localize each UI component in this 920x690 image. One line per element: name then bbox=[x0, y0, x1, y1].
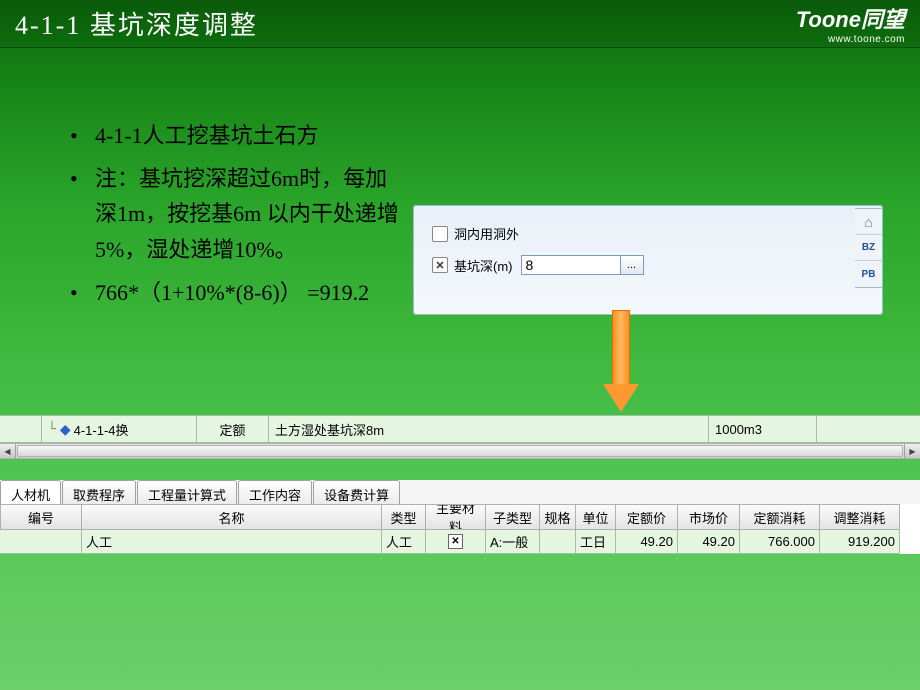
horizontal-scrollbar[interactable]: ◀ ▶ bbox=[0, 443, 920, 459]
col-quota-price[interactable]: 定额价 bbox=[616, 504, 678, 530]
material-grid: 编号 名称 类型 主要材料 子类型 规格 单位 定额价 市场价 定额消耗 调整消… bbox=[0, 504, 920, 554]
checkbox-unchecked-icon[interactable] bbox=[432, 226, 448, 242]
quota-unit: 1000m3 bbox=[709, 416, 817, 442]
cell-spec bbox=[540, 530, 576, 554]
quota-desc: 土方湿处基坑深8m bbox=[269, 416, 709, 442]
cell-id bbox=[0, 530, 82, 554]
scroll-left-icon[interactable]: ◀ bbox=[0, 444, 16, 458]
col-market-price[interactable]: 市场价 bbox=[678, 504, 740, 530]
cell-name: 人工 bbox=[82, 530, 382, 554]
bullet-2: 注：基坑挖深超过6m时，每加深1m，按挖基6m 以内干处递增5%，湿处递增10%… bbox=[70, 161, 400, 267]
col-id[interactable]: 编号 bbox=[0, 504, 82, 530]
title-bar: 4-1-1 基坑深度调整 Toone同望 www.toone.com bbox=[0, 0, 920, 48]
bullet-1: 4-1-1人工挖基坑土石方 bbox=[70, 118, 400, 153]
col-quota-consume[interactable]: 定额消耗 bbox=[740, 504, 820, 530]
bullet-dot-icon: ◆ bbox=[60, 421, 71, 438]
cell-quota-consume: 766.000 bbox=[740, 530, 820, 554]
quota-code: 4-1-1-4换 bbox=[74, 420, 129, 439]
checkbox-checked-icon[interactable] bbox=[432, 257, 448, 273]
quota-row[interactable]: └ ◆ 4-1-1-4换 定额 土方湿处基坑深8m 1000m3 bbox=[0, 415, 920, 443]
cell-mainmat[interactable]: ✕ bbox=[426, 530, 486, 554]
col-adj-consume[interactable]: 调整消耗 bbox=[820, 504, 900, 530]
cell-type: 人工 bbox=[382, 530, 426, 554]
option-label: 基坑深(m) bbox=[454, 256, 513, 275]
logo-url: www.toone.com bbox=[828, 34, 905, 45]
checkbox-x-icon[interactable]: ✕ bbox=[448, 534, 463, 549]
quota-type: 定额 bbox=[197, 416, 269, 442]
home-icon[interactable]: ⌂ bbox=[855, 209, 882, 235]
depth-more-button[interactable]: ... bbox=[620, 255, 644, 275]
arrow-down-icon bbox=[603, 310, 639, 414]
side-toolbar: ⌂ BZ PB bbox=[855, 208, 883, 288]
col-spec[interactable]: 规格 bbox=[540, 504, 576, 530]
option-label: 洞内用洞外 bbox=[454, 224, 519, 243]
bz-button[interactable]: BZ bbox=[855, 235, 882, 261]
scroll-right-icon[interactable]: ▶ bbox=[904, 444, 920, 458]
col-type[interactable]: 类型 bbox=[382, 504, 426, 530]
cell-market-price: 49.20 bbox=[678, 530, 740, 554]
cell-adj-consume: 919.200 bbox=[820, 530, 900, 554]
page-title: 4-1-1 基坑深度调整 bbox=[15, 5, 258, 42]
logo: Toone同望 www.toone.com bbox=[796, 2, 905, 45]
cell-unit: 工日 bbox=[576, 530, 616, 554]
tree-line-icon: └ bbox=[48, 422, 56, 437]
cell-quota-price: 49.20 bbox=[616, 530, 678, 554]
col-name[interactable]: 名称 bbox=[82, 504, 382, 530]
col-mainmat[interactable]: 主要材料 bbox=[426, 504, 486, 530]
depth-input[interactable] bbox=[521, 255, 621, 275]
logo-brand: Toone同望 bbox=[796, 2, 905, 34]
cell-subtype: A:一般 bbox=[486, 530, 540, 554]
depth-settings-panel: 洞内用洞外 基坑深(m) ... bbox=[413, 205, 883, 315]
option-depth: 基坑深(m) ... bbox=[432, 255, 864, 275]
table-row[interactable]: 人工 人工 ✕ A:一般 工日 49.20 49.20 766.000 919.… bbox=[0, 530, 920, 554]
grid-header-row: 编号 名称 类型 主要材料 子类型 规格 单位 定额价 市场价 定额消耗 调整消… bbox=[0, 504, 920, 530]
scroll-thumb[interactable] bbox=[17, 445, 903, 457]
pb-button[interactable]: PB bbox=[855, 261, 882, 287]
bullet-3: 766*（1+10%*(8-6)） =919.2 bbox=[70, 275, 400, 310]
option-cave-outside[interactable]: 洞内用洞外 bbox=[432, 224, 864, 243]
quota-row-section: └ ◆ 4-1-1-4换 定额 土方湿处基坑深8m 1000m3 ◀ ▶ bbox=[0, 415, 920, 459]
col-subtype[interactable]: 子类型 bbox=[486, 504, 540, 530]
col-unit[interactable]: 单位 bbox=[576, 504, 616, 530]
